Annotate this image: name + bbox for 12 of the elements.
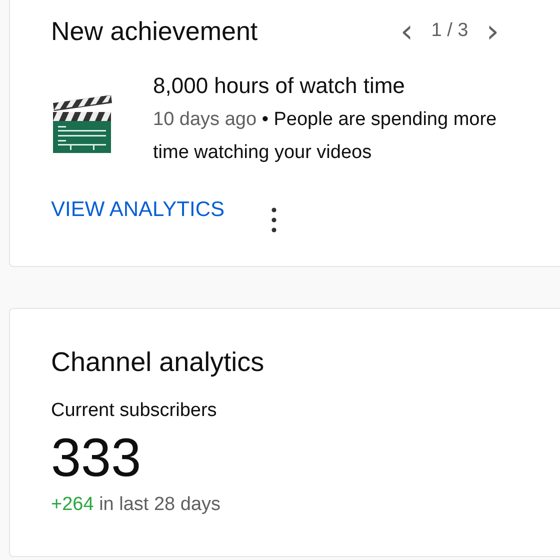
card-title: New achievement — [51, 16, 259, 46]
clapperboard-icon — [51, 93, 113, 155]
achievement-description: 10 days ago • People are spending more time watching your videos — [153, 108, 498, 165]
page-indicator: 1 / 3 — [431, 20, 468, 42]
achievement-title: 8,000 hours of watch time — [153, 73, 406, 99]
metric-label: Current subscribers — [51, 400, 218, 422]
next-button[interactable]: › — [482, 15, 503, 47]
metric-value: 333 — [51, 427, 142, 490]
metric-change: +264 in last 28 days — [51, 494, 222, 516]
card-title: Channel analytics — [51, 347, 266, 378]
view-analytics-link[interactable]: VIEW ANALYTICS — [51, 198, 224, 222]
previous-button[interactable]: ‹ — [396, 15, 418, 47]
